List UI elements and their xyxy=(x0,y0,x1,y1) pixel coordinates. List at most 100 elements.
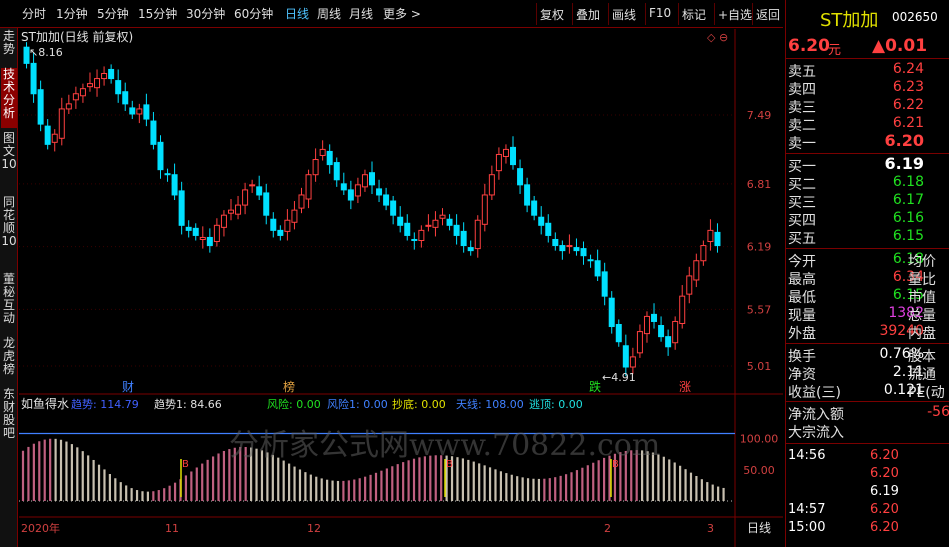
toolbar-button-0[interactable]: 复权 xyxy=(536,3,567,25)
candle-body xyxy=(340,183,347,191)
stat-label2: 内盘 xyxy=(908,326,936,342)
candle-body xyxy=(164,173,171,176)
indicator-tick-label: 50.00 xyxy=(743,464,775,477)
stat-label2: 量比 xyxy=(908,272,936,288)
stat-row-2: 最低 6.15 市值 xyxy=(786,287,949,306)
time-tick-label: 2020年 xyxy=(21,521,60,535)
stat-label2: 均价 xyxy=(908,254,936,270)
left-tab-strip: 分时走势技术分析图文10同花顺10董秘互动龙虎榜东财股吧 xyxy=(0,0,18,547)
period-tab-3[interactable]: 15分钟 xyxy=(138,5,177,22)
candle-body xyxy=(383,194,390,206)
chart-area[interactable]: 7.49 6.81 6.19 5.57 5.01 ST加加(日线 前复权) ↖8.16 ←4.… xyxy=(19,29,783,547)
time-tick-label: 11 xyxy=(165,522,179,535)
candle-body xyxy=(545,222,552,236)
bid-row-1-value: 6.18 xyxy=(892,174,924,190)
candle-body xyxy=(333,162,340,181)
candle-body xyxy=(284,219,291,232)
bid-row-0: 买一 6.19 xyxy=(786,154,949,175)
stat-row-4-label: 外盘 xyxy=(788,326,816,342)
candle-body xyxy=(277,229,284,236)
tick-price: 6.20 xyxy=(870,466,899,481)
stat2-row-1-label: 净资 xyxy=(788,367,816,383)
candle-body xyxy=(136,108,143,115)
ask-row-3: 卖二 6.21 xyxy=(786,115,949,134)
period-tab-6[interactable]: 日线 xyxy=(285,5,309,22)
candle-body xyxy=(242,189,249,206)
toolbar-button-5[interactable]: +自选 xyxy=(714,3,755,25)
stock-name: ST加加 xyxy=(820,10,879,31)
candle-body xyxy=(249,184,256,187)
candle-body xyxy=(369,172,375,186)
candle-body xyxy=(615,324,622,343)
indicator-tick-label: 100.00 xyxy=(740,433,779,446)
candle-body xyxy=(397,216,404,226)
toolbar-button-2[interactable]: 画线 xyxy=(608,3,639,25)
candle-body xyxy=(707,229,714,243)
candle-body xyxy=(439,214,446,219)
time-tick-label: 12 xyxy=(307,522,321,535)
period-tab-2[interactable]: 5分钟 xyxy=(97,5,129,22)
chart-title: ST加加(日线 前复权) xyxy=(21,29,133,44)
candle-body xyxy=(587,259,594,262)
candle-body xyxy=(361,174,368,188)
candle-body xyxy=(580,248,587,257)
period-tab-4[interactable]: 30分钟 xyxy=(186,5,225,22)
price-tick-label: 5.01 xyxy=(747,360,772,373)
candle-body xyxy=(446,218,453,226)
left-tab-1[interactable]: 技术分析 xyxy=(1,68,17,128)
candle-body xyxy=(65,103,72,110)
toolbar-button-6[interactable]: 返回 xyxy=(752,3,783,25)
separator xyxy=(786,153,949,154)
candle-body xyxy=(72,93,79,101)
left-tab-4[interactable]: 董秘互动 xyxy=(1,273,17,333)
stat2-label2: PE(动 xyxy=(908,385,945,401)
bid-row-3-label: 买四 xyxy=(788,213,816,229)
bid-row-2-label: 买三 xyxy=(788,195,816,211)
indicator-name: 如鱼得水 xyxy=(21,396,69,411)
candle-body xyxy=(291,209,298,223)
flow-row-1: 大宗流入 xyxy=(786,422,949,441)
period-tab-8[interactable]: 月线 xyxy=(349,5,373,22)
event-tag-0: 财 xyxy=(122,380,134,394)
toolbar-button-1[interactable]: 叠加 xyxy=(572,3,603,25)
left-tab-5[interactable]: 龙虎榜 xyxy=(1,337,17,384)
toolbar-button-3[interactable]: F10 xyxy=(645,3,674,25)
candle-body xyxy=(411,238,418,241)
candle-body xyxy=(129,107,136,115)
time-tick-label: 3 xyxy=(707,522,714,535)
candle-body xyxy=(108,68,115,80)
quote-panel: ST加加 002650 6.20 元 ▲0.01 卖五 6.24 卖四 6.23 卖三 6.22 卖二… xyxy=(785,0,949,547)
ask-row-2-value: 6.22 xyxy=(892,97,924,113)
kline-chart-svg[interactable]: 7.49 6.81 6.19 5.57 5.01 ST加加(日线 前复权) ↖8.16 ←4.… xyxy=(19,29,783,547)
toolbar-button-4[interactable]: 标记 xyxy=(678,3,709,25)
tick-row-0: 14:56 6.20 xyxy=(786,448,949,464)
bid-row-3-value: 6.16 xyxy=(892,210,924,226)
time-tick-label: 2 xyxy=(604,522,611,535)
period-tab-1[interactable]: 1分钟 xyxy=(56,5,88,22)
stock-code: 002650 xyxy=(892,10,938,24)
candle-body xyxy=(298,194,305,209)
period-tab-5[interactable]: 60分钟 xyxy=(234,5,273,22)
period-tab-7[interactable]: 周线 xyxy=(317,5,341,22)
bid-row-3: 买四 6.16 xyxy=(786,210,949,229)
candle-body xyxy=(467,247,474,252)
period-tab-0[interactable]: 分时 xyxy=(22,5,46,22)
candle-body xyxy=(510,146,517,166)
ask-row-4: 卖一 6.20 xyxy=(786,131,949,152)
left-tab-2[interactable]: 图文10 xyxy=(1,132,17,192)
tick-price: 6.20 xyxy=(870,448,899,463)
candle-body xyxy=(672,320,679,344)
stat-row-4: 外盘 39240 内盘 xyxy=(786,323,949,342)
left-tab-6[interactable]: 东财股吧 xyxy=(1,388,17,448)
price-tick-label: 6.19 xyxy=(747,241,772,254)
candle-body xyxy=(326,150,333,166)
left-tab-3[interactable]: 同花顺10 xyxy=(1,196,17,269)
ask-row-1-label: 卖四 xyxy=(788,82,816,98)
separator xyxy=(786,401,949,402)
ask-row-0-value: 6.24 xyxy=(892,61,924,77)
candle-body xyxy=(425,224,432,227)
ask-row-3-value: 6.21 xyxy=(892,115,924,131)
period-tab-9[interactable]: 更多 > xyxy=(383,5,421,22)
candle-body xyxy=(460,230,467,247)
flow-label: 净流入额 xyxy=(788,407,844,423)
